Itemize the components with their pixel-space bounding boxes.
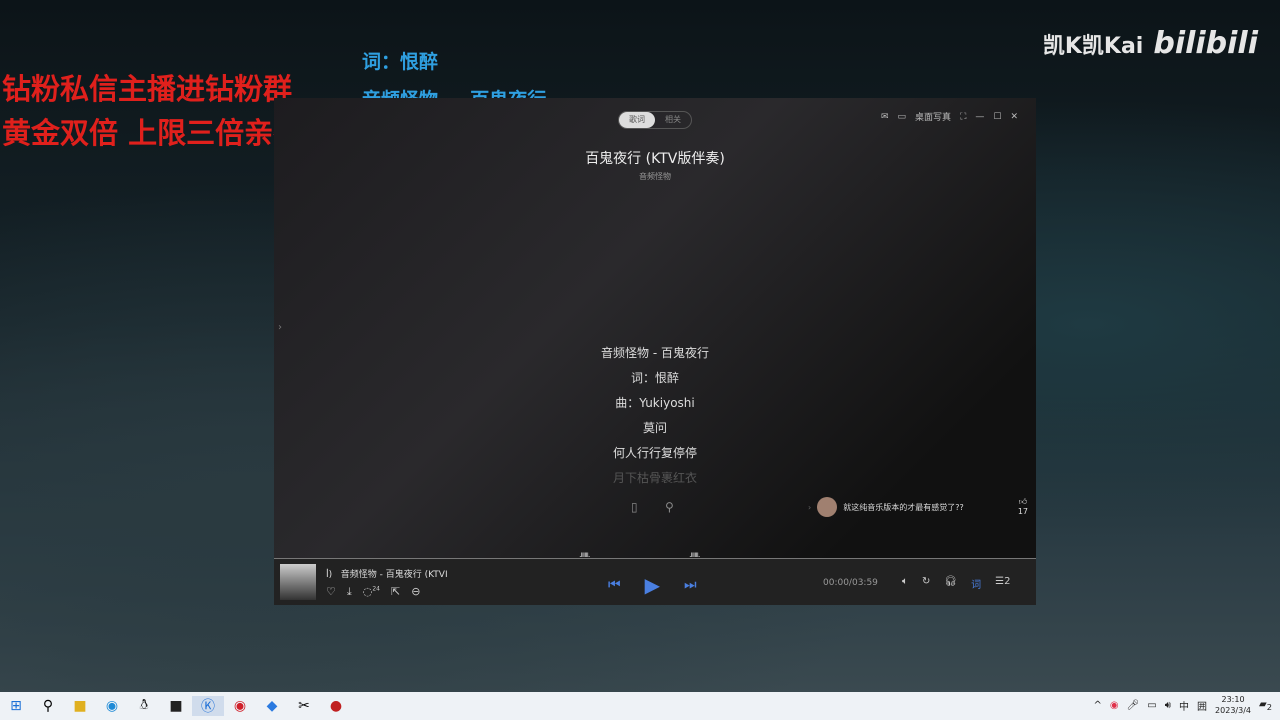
close-icon[interactable]: ✕	[1010, 112, 1018, 122]
stream-brand: 凯K凯Kai bilibili	[1043, 26, 1258, 61]
video-icon[interactable]: ▯	[631, 500, 638, 514]
previous-button[interactable]: ⏮	[608, 577, 621, 593]
notification-icon[interactable]: ▰2	[1259, 699, 1272, 712]
app-red-icon[interactable]: ●	[320, 698, 352, 714]
loop-icon[interactable]: ↻	[922, 576, 930, 591]
volume-icon[interactable]: 🔈︎	[902, 576, 908, 591]
avatar	[817, 497, 838, 517]
start-icon[interactable]: ⊞	[0, 698, 32, 714]
share-icon[interactable]: ⇱	[391, 585, 400, 599]
download-icon[interactable]: ⤓	[347, 585, 352, 599]
edge-icon[interactable]: ◉	[96, 698, 128, 714]
song-title: 百鬼夜行 (KTV版伴奏)	[585, 151, 725, 167]
thumb-up-icon: 👍︎	[1018, 497, 1028, 506]
file-explorer-icon[interactable]: ■	[64, 698, 96, 714]
lyric-line: 词：恨醉	[630, 371, 679, 385]
like-count: 17	[1017, 507, 1028, 516]
tab-lyrics[interactable]: 歌词	[619, 112, 655, 128]
microphone-icon[interactable]: 🎤︎	[1127, 700, 1140, 711]
playlist-button[interactable]: ☰2	[995, 576, 1010, 591]
maximize-icon[interactable]: ☐	[993, 112, 1001, 122]
lyric-line: 莫问	[642, 421, 667, 435]
netease-tray-icon[interactable]: ◉	[1110, 700, 1119, 711]
more-icon[interactable]: ⊖	[411, 585, 420, 599]
search-icon[interactable]: ⚲	[32, 698, 64, 714]
comment-count: 24	[372, 585, 380, 593]
comment-text: 就这纯音乐版本的才最有感觉了??	[843, 502, 964, 512]
queue-count: 2	[1004, 576, 1011, 587]
kugou-icon[interactable]: Ⓚ	[192, 696, 224, 716]
play-button[interactable]: ▶	[645, 573, 660, 597]
playback-time: 00:00/03:59	[823, 578, 878, 588]
like-button[interactable]: 👍︎ 17	[1018, 497, 1028, 517]
mail-icon[interactable]: ✉	[881, 112, 889, 122]
now-playing-title[interactable]: 音频怪物 - 百鬼夜行 (KTVI	[341, 570, 448, 580]
sound-quality-icon: ꟾ)	[326, 570, 333, 580]
lyric-line: 曲：Yukiyoshi	[615, 396, 695, 410]
clock-date: 2023/3/4	[1215, 706, 1251, 715]
system-tray: ^ ◉ 🎤︎ ▭ 🔊︎ 中 囲 23:10 2023/3/4 ▰2	[1093, 694, 1272, 716]
chevron-left-icon[interactable]: ›	[808, 503, 811, 512]
minimize-icon[interactable]: —	[975, 112, 984, 122]
lyric-line: 何人行行复停停	[612, 446, 697, 460]
tab-related[interactable]: 相关	[655, 112, 691, 128]
ime-indicator[interactable]: 中	[1179, 698, 1189, 713]
speaker-icon[interactable]: 🔊︎	[1165, 700, 1171, 711]
desktop-lyrics-button[interactable]: 桌面写真	[915, 110, 951, 123]
headphones-icon[interactable]: 🎧︎	[944, 576, 957, 591]
ime-mode-icon[interactable]: 囲	[1197, 698, 1207, 713]
network-icon[interactable]: ▭	[1147, 700, 1156, 711]
app-blue-icon[interactable]: ◆	[256, 698, 288, 714]
heart-icon[interactable]: ♡	[326, 585, 336, 599]
search-lyric-icon[interactable]: ⚲	[665, 500, 674, 514]
promo-text-1: 钻粉私信主播进钻粉群	[2, 72, 293, 106]
next-button[interactable]: ⏭	[684, 577, 697, 593]
view-toggle: 歌词 相关	[618, 111, 692, 129]
qq-icon[interactable]: 🐧︎	[128, 697, 160, 715]
lyric-line: 月下枯骨裹红衣	[612, 471, 697, 485]
lyrics-panel: 音频怪物 - 百鬼夜行 词：恨醉 曲：Yukiyoshi 莫问 何人行行复停停 …	[274, 341, 1036, 491]
clock[interactable]: 23:10 2023/3/4	[1215, 694, 1251, 716]
bilibili-logo: bilibili	[1153, 26, 1258, 61]
app-g-icon[interactable]: ■	[160, 698, 192, 714]
expand-chevron-icon[interactable]: ›	[278, 322, 282, 333]
comment-popup[interactable]: › 就这纯音乐版本的才最有感觉了?? 👍︎ 17	[808, 492, 1028, 522]
netease-music-icon[interactable]: ◉	[224, 698, 256, 714]
fullscreen-icon[interactable]: ⛶	[960, 112, 966, 122]
notification-count: 2	[1266, 701, 1272, 712]
album-cover[interactable]	[280, 564, 316, 600]
tray-expand-icon[interactable]: ^	[1093, 700, 1101, 711]
clock-time: 23:10	[1221, 695, 1245, 704]
capcut-icon[interactable]: ✂	[288, 698, 320, 714]
music-player-window: 歌词 相关 ✉ ▭ 桌面写真 ⛶ — ☐ ✕ › 百鬼夜行 (KTV版伴奏) 音…	[274, 98, 1036, 605]
streamer-name: 凯K凯Kai	[1042, 33, 1144, 59]
lyric-line: 音频怪物 - 百鬼夜行	[601, 346, 709, 360]
comment-icon[interactable]: ◌24	[363, 585, 380, 599]
playback-bar: ꟾ) 音频怪物 - 百鬼夜行 (KTVI ♡ ⤓ ◌24 ⇱ ⊖ ⏮ ▶ ⏭ 0…	[274, 558, 1036, 605]
taskbar: ⊞ ⚲ ■ ◉ 🐧︎ ■ Ⓚ ◉ ◆ ✂ ● ^ ◉ 🎤︎ ▭ 🔊︎ 中 囲 2…	[0, 692, 1280, 720]
desktop-icon[interactable]: ▭	[898, 112, 907, 122]
overlay-lyricist: 词：恨醉	[362, 51, 439, 73]
artist-name[interactable]: 音频怪物	[274, 171, 1036, 182]
lyrics-button[interactable]: 词	[971, 576, 981, 591]
